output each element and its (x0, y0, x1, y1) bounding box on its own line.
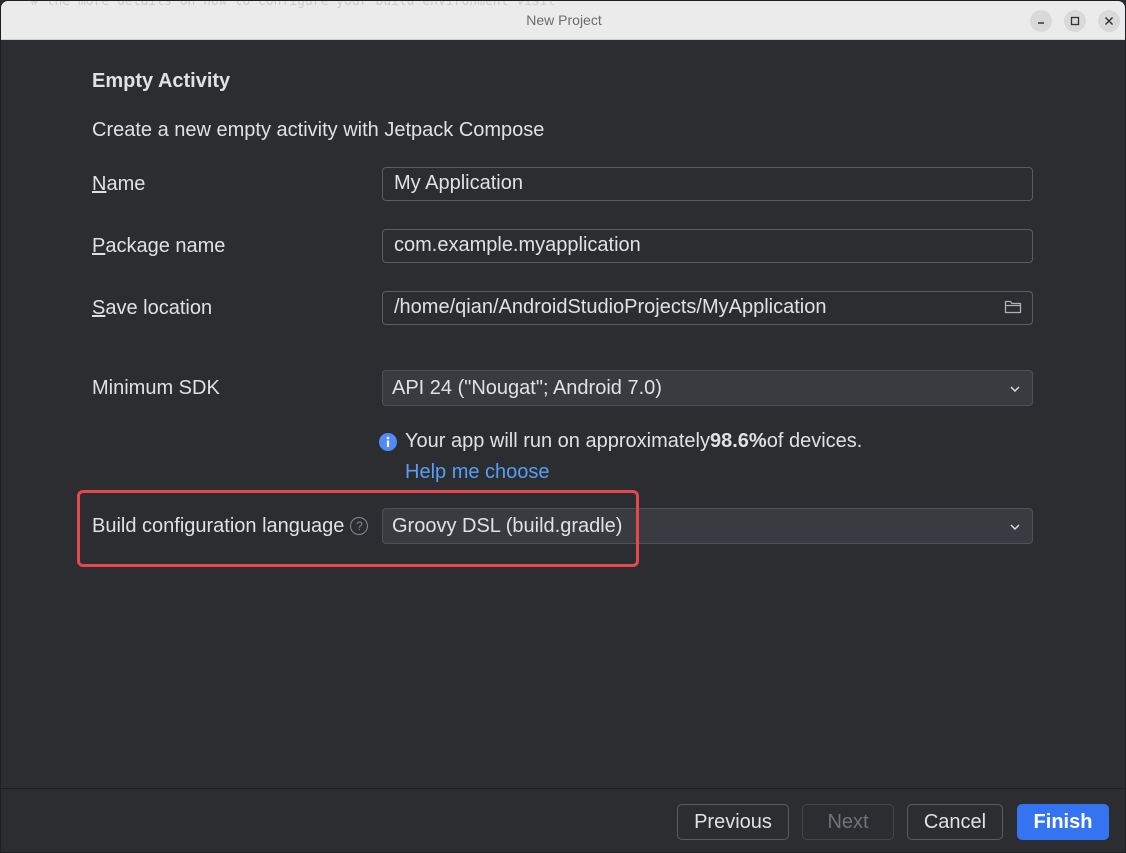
package-name-mnemonic: P (92, 235, 106, 257)
package-name-input[interactable]: com.example.myapplication (382, 229, 1033, 263)
cancel-button[interactable]: Cancel (907, 804, 1003, 840)
maximize-button[interactable] (1064, 10, 1086, 32)
package-name-label-text: ackage name (105, 235, 226, 257)
info-prefix: Your app will run on approximately (405, 430, 710, 452)
build-config-label: Build configuration language? (92, 515, 369, 538)
package-name-input-value: com.example.myapplication (394, 234, 641, 256)
minimize-icon (1038, 22, 1044, 24)
info-suffix: of devices. (766, 430, 863, 452)
minimum-sdk-label: Minimum SDK (92, 377, 220, 399)
minimum-sdk-dropdown[interactable]: API 24 ("Nougat"; Android 7.0) (382, 370, 1033, 406)
name-label-text: ame (106, 173, 146, 195)
minimum-sdk-value: API 24 ("Nougat"; Android 7.0) (392, 377, 662, 399)
name-mnemonic: N (92, 173, 107, 195)
save-location-input[interactable]: /home/qian/AndroidStudioProjects/MyAppli… (382, 291, 1033, 325)
save-location-label-text: ave location (105, 297, 213, 319)
dialog-content: Empty Activity Create a new empty activi… (1, 41, 1125, 788)
name-label: Name (92, 173, 145, 196)
page-description: Create a new empty activity with Jetpack… (92, 119, 545, 141)
chevron-down-icon (1010, 386, 1020, 392)
folder-icon[interactable] (1004, 299, 1022, 315)
previous-button[interactable]: Previous (677, 804, 789, 840)
save-location-mnemonic: S (92, 297, 106, 319)
finish-button[interactable]: Finish (1017, 804, 1109, 840)
next-button[interactable]: Next (802, 804, 894, 840)
save-location-label: Save location (92, 297, 212, 320)
info-icon (379, 432, 397, 451)
build-config-dropdown[interactable]: Groovy DSL (build.gradle) (382, 508, 1033, 544)
save-location-input-value: /home/qian/AndroidStudioProjects/MyAppli… (394, 296, 827, 318)
title-bar: # the more details on how to configure y… (1, 0, 1125, 40)
page-title: Empty Activity (92, 70, 231, 92)
close-icon (1105, 17, 1113, 25)
maximize-icon (1070, 16, 1080, 26)
chevron-down-icon (1010, 524, 1020, 530)
device-coverage-info: Your app will run on approximately 98.6%… (379, 430, 862, 453)
help-me-choose-link[interactable]: Help me choose (405, 461, 550, 484)
name-input-value: My Application (394, 172, 523, 194)
close-button[interactable] (1098, 10, 1120, 32)
help-icon[interactable]: ? (350, 517, 369, 535)
minimize-button[interactable] (1030, 10, 1052, 32)
window-title: New Project (526, 12, 602, 28)
new-project-dialog: # the more details on how to configure y… (0, 0, 1126, 853)
package-name-label: Package name (92, 235, 225, 258)
dialog-footer: Previous Next Cancel Finish (1, 788, 1125, 852)
coverage-percent: 98.6% (710, 430, 767, 452)
name-input[interactable]: My Application (382, 167, 1033, 201)
build-config-value: Groovy DSL (build.gradle) (392, 515, 623, 537)
build-config-label-text: Build configuration language (92, 515, 345, 537)
background-window-text: # the more details on how to configure y… (31, 0, 556, 9)
